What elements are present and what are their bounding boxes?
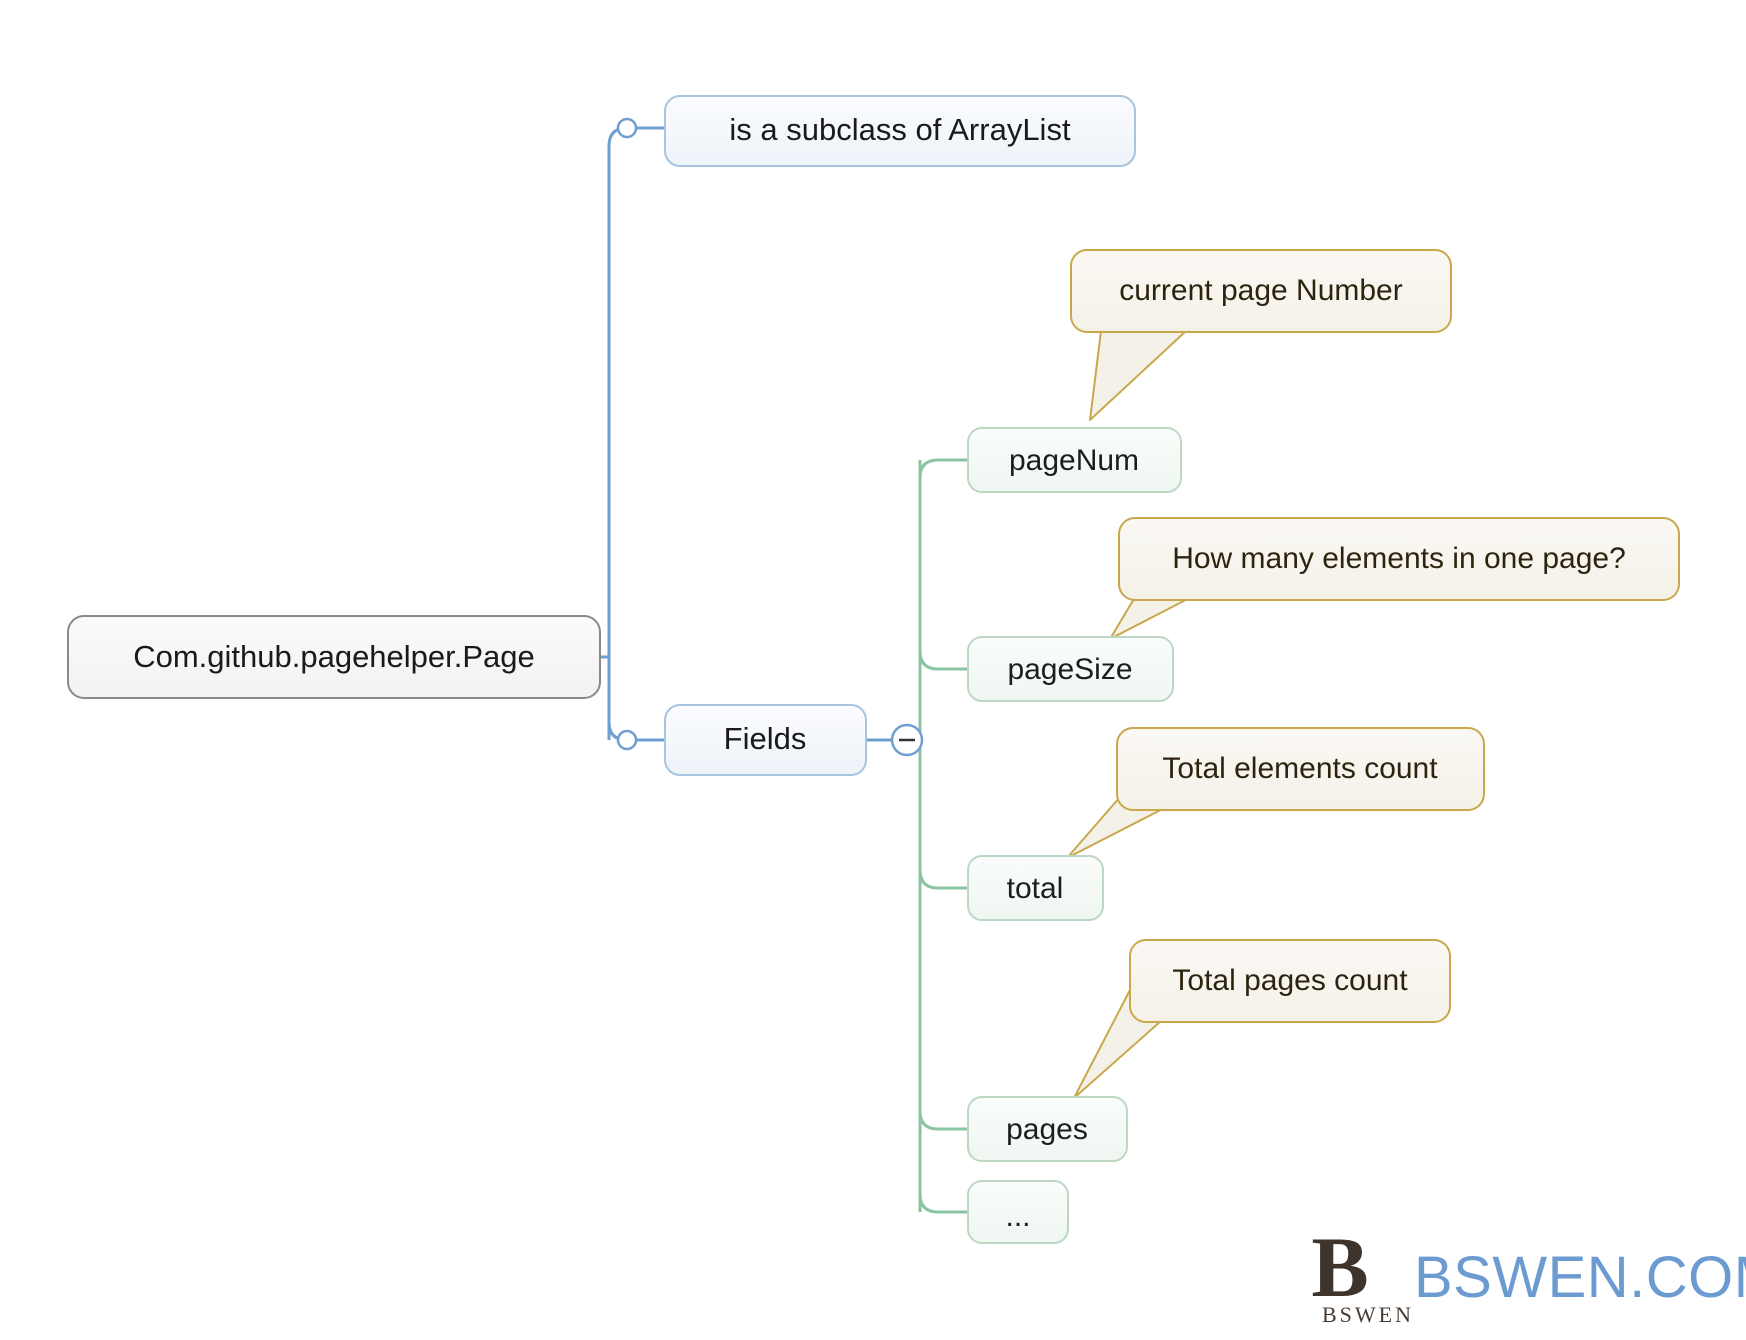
bswen-watermark: B BSWEN BSWEN.COM [1311,1219,1746,1327]
field-node-pagesize-label: pageSize [1007,653,1132,686]
field-node-ellipsis-label: ... [1005,1200,1030,1233]
bswen-monogram-icon: B [1311,1219,1368,1315]
link-to-ellipsis [918,1193,968,1214]
link-to-pages [918,1110,968,1131]
field-node-total-label: total [1007,872,1064,905]
mindmap-canvas: Com.github.pagehelper.Page is a subclass… [67,95,1746,1327]
field-node-total[interactable]: total [967,855,1104,921]
branch-subclass-connector-icon[interactable] [616,117,638,139]
bswen-mark-label: BSWEN [1322,1302,1414,1327]
link-to-total [918,869,968,890]
callout-tail-pagenum [1089,330,1187,421]
callout-pagenum: current page Number [1070,249,1452,333]
field-node-ellipsis[interactable]: ... [967,1180,1069,1244]
connector-links [600,126,968,1214]
branch-subclass[interactable]: is a subclass of ArrayList [616,95,1136,167]
callout-pagenum-label: current page Number [1119,274,1402,307]
root-node[interactable]: Com.github.pagehelper.Page [67,615,601,699]
field-node-pages[interactable]: pages [967,1096,1128,1162]
callout-total-label: Total elements count [1162,752,1438,785]
branch-subclass-label: is a subclass of ArrayList [729,112,1071,147]
callout-pagesize-label: How many elements in one page? [1172,542,1626,575]
fields-collapse-toggle[interactable] [890,723,924,757]
branch-fields-connector-icon[interactable] [616,729,638,751]
field-node-pages-label: pages [1006,1113,1088,1146]
callout-pages-label: Total pages count [1172,964,1408,997]
field-node-pagenum-label: pageNum [1009,444,1139,477]
root-node-label: Com.github.pagehelper.Page [133,639,535,674]
callout-pages: Total pages count [1129,939,1451,1023]
bswen-site-label: BSWEN.COM [1414,1245,1746,1310]
link-to-pageNum [918,458,968,479]
callout-pagesize: How many elements in one page? [1118,517,1680,601]
link-to-pageSize [918,650,968,671]
branch-fields-label: Fields [724,721,807,756]
callout-total: Total elements count [1116,727,1485,811]
field-node-pagenum[interactable]: pageNum [967,427,1182,493]
field-node-pagesize[interactable]: pageSize [967,636,1174,702]
